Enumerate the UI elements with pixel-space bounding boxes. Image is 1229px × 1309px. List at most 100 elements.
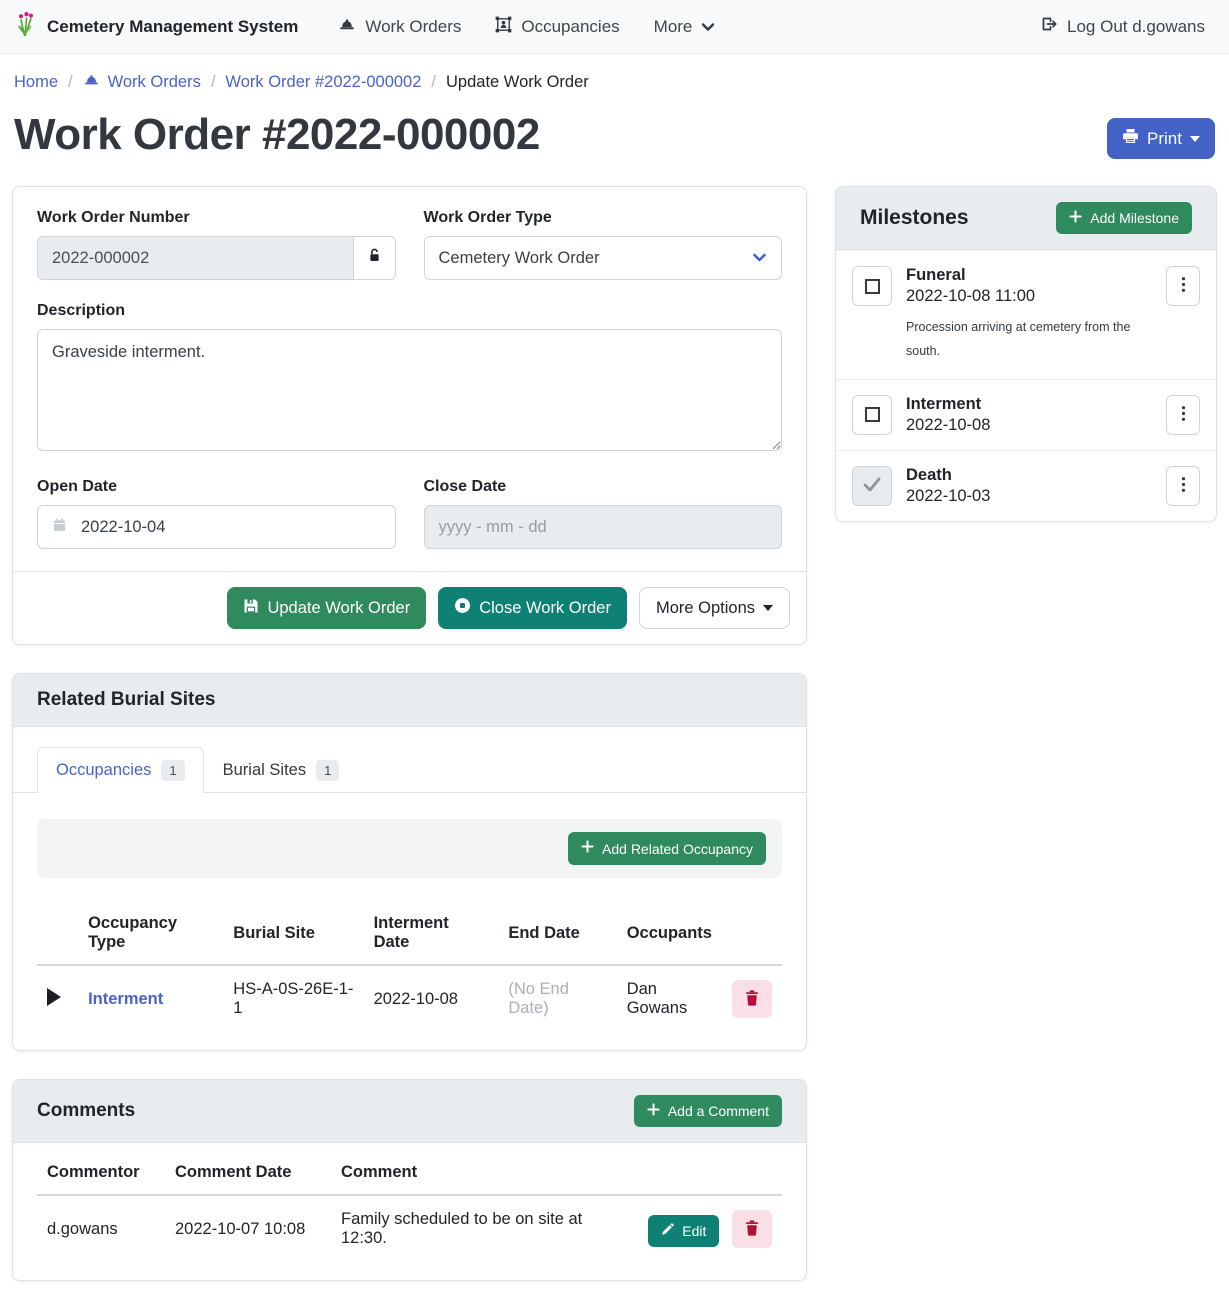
save-icon: [243, 598, 259, 619]
nav-occupancies[interactable]: Occupancies: [481, 8, 633, 46]
description-textarea[interactable]: Graveside interment.: [37, 329, 782, 451]
plus-icon: [647, 1103, 660, 1119]
work-order-type-select[interactable]: Cemetery Work Order: [424, 236, 783, 280]
more-options-button[interactable]: More Options: [639, 587, 790, 629]
page-title: Work Order #2022-000002: [14, 110, 540, 160]
interment-date-cell: 2022-10-08: [364, 965, 499, 1032]
update-work-order-label: Update Work Order: [267, 599, 410, 618]
delete-comment-button[interactable]: [732, 1210, 772, 1248]
milestone-menu-button[interactable]: [1166, 395, 1200, 435]
add-comment-label: Add a Comment: [668, 1103, 769, 1119]
milestone-description: Procession arriving at cemetery from the…: [906, 315, 1136, 364]
milestone-title: Death: [906, 466, 1152, 485]
comment-actions-header: [638, 1151, 782, 1195]
hard-hat-icon: [83, 72, 100, 92]
comment-text-cell: Family scheduled to be on site at 12:30.: [331, 1195, 638, 1262]
add-related-occupancy-button[interactable]: Add Related Occupancy: [568, 832, 766, 865]
milestone-item: Funeral 2022-10-08 11:00 Procession arri…: [836, 250, 1216, 379]
work-order-number-input: [37, 236, 353, 280]
plus-icon: [581, 840, 594, 857]
milestone-menu-button[interactable]: [1166, 466, 1200, 506]
close-work-order-button[interactable]: Close Work Order: [438, 587, 627, 629]
caret-down-icon: [763, 605, 773, 611]
description-label: Description: [37, 302, 782, 320]
app-brand[interactable]: Cemetery Management System: [14, 10, 298, 43]
stop-circle-icon: [454, 597, 471, 619]
milestone-checkbox-death[interactable]: [852, 466, 892, 506]
open-date-label: Open Date: [37, 478, 396, 496]
work-order-type-label: Work Order Type: [424, 209, 783, 227]
kebab-icon: [1181, 476, 1186, 496]
col-end-date: End Date: [498, 902, 616, 965]
actions-column-header: [722, 902, 782, 965]
work-order-form-card: Work Order Number: [12, 186, 807, 645]
tab-occupancies[interactable]: Occupancies 1: [37, 747, 204, 793]
add-comment-button[interactable]: Add a Comment: [634, 1095, 782, 1127]
logout-button[interactable]: Log Out d.gowans: [1030, 8, 1215, 45]
milestone-menu-button[interactable]: [1166, 266, 1200, 306]
checkbox-unchecked-icon: [865, 407, 880, 422]
milestone-date: 2022-10-08 11:00: [906, 287, 1152, 306]
nav-work-orders[interactable]: Work Orders: [324, 8, 475, 45]
lock-icon: [367, 247, 382, 269]
milestone-checkbox-interment[interactable]: [852, 395, 892, 435]
related-tabs: Occupancies 1 Burial Sites 1: [13, 727, 806, 793]
burial-site-cell: HS-A-0S-26E-1-1: [223, 965, 363, 1032]
col-occupancy-type: Occupancy Type: [78, 902, 223, 965]
chevron-down-icon: [701, 17, 715, 37]
milestone-title: Interment: [906, 395, 1152, 414]
breadcrumb: Home / Work Orders / Work Order #2022-00…: [0, 54, 1229, 106]
breadcrumb-home[interactable]: Home: [14, 73, 58, 92]
related-burial-sites-title: Related Burial Sites: [37, 689, 215, 711]
work-order-type-value: Cemetery Work Order: [439, 249, 600, 268]
col-comment: Comment: [331, 1151, 638, 1195]
comment-row: d.gowans 2022-10-07 10:08 Family schedul…: [37, 1195, 782, 1262]
milestone-item: Interment 2022-10-08: [836, 379, 1216, 450]
tab-occupancies-count: 1: [161, 760, 184, 781]
top-navbar: Cemetery Management System Work Orders: [0, 0, 1229, 54]
caret-down-icon: [1190, 136, 1200, 142]
open-date-input[interactable]: [81, 518, 381, 537]
kebab-icon: [1181, 276, 1186, 296]
trash-icon: [745, 990, 759, 1009]
breadcrumb-work-orders-label: Work Orders: [108, 73, 201, 92]
occupancy-type-link[interactable]: Interment: [88, 990, 163, 1008]
nav-more[interactable]: More: [640, 9, 730, 45]
col-burial-site: Burial Site: [223, 902, 363, 965]
related-burial-sites-card: Related Burial Sites Occupancies 1 Buria…: [12, 673, 807, 1051]
milestone-date: 2022-10-03: [906, 487, 1152, 506]
logout-icon: [1040, 16, 1058, 37]
nav-more-label: More: [654, 17, 693, 37]
milestone-item: Death 2022-10-03: [836, 450, 1216, 521]
breadcrumb-work-order-number[interactable]: Work Order #2022-000002: [225, 73, 421, 92]
checkmark-icon: [863, 477, 881, 495]
tab-burial-sites-label: Burial Sites: [223, 761, 306, 780]
print-button[interactable]: Print: [1107, 118, 1215, 159]
title-row: Work Order #2022-000002 Print: [0, 106, 1229, 186]
milestone-checkbox-funeral[interactable]: [852, 266, 892, 306]
chevron-down-icon: [752, 249, 767, 268]
tab-burial-sites-count: 1: [316, 760, 339, 781]
checkbox-unchecked-icon: [865, 279, 880, 294]
breadcrumb-work-orders[interactable]: Work Orders: [83, 72, 201, 92]
expand-row-icon[interactable]: [47, 988, 61, 1006]
nav-occupancies-label: Occupancies: [521, 17, 619, 37]
open-date-field[interactable]: [37, 505, 396, 549]
kebab-icon: [1181, 405, 1186, 425]
printer-icon: [1122, 128, 1139, 149]
edit-comment-button[interactable]: Edit: [648, 1215, 719, 1247]
add-milestone-button[interactable]: Add Milestone: [1056, 202, 1192, 234]
breadcrumb-separator: /: [431, 73, 436, 92]
logout-label: Log Out d.gowans: [1067, 17, 1205, 37]
nav-work-orders-label: Work Orders: [365, 17, 461, 37]
trash-icon: [745, 1220, 759, 1239]
more-options-label: More Options: [656, 599, 755, 618]
lock-addon: [353, 236, 395, 280]
milestones-title: Milestones: [860, 206, 969, 230]
delete-occupancy-button[interactable]: [732, 980, 772, 1018]
tab-burial-sites[interactable]: Burial Sites 1: [204, 747, 359, 793]
occupancies-toolbar: Add Related Occupancy: [37, 819, 782, 878]
commentor-cell: d.gowans: [37, 1195, 165, 1262]
update-work-order-button[interactable]: Update Work Order: [227, 587, 426, 629]
col-occupants: Occupants: [617, 902, 722, 965]
